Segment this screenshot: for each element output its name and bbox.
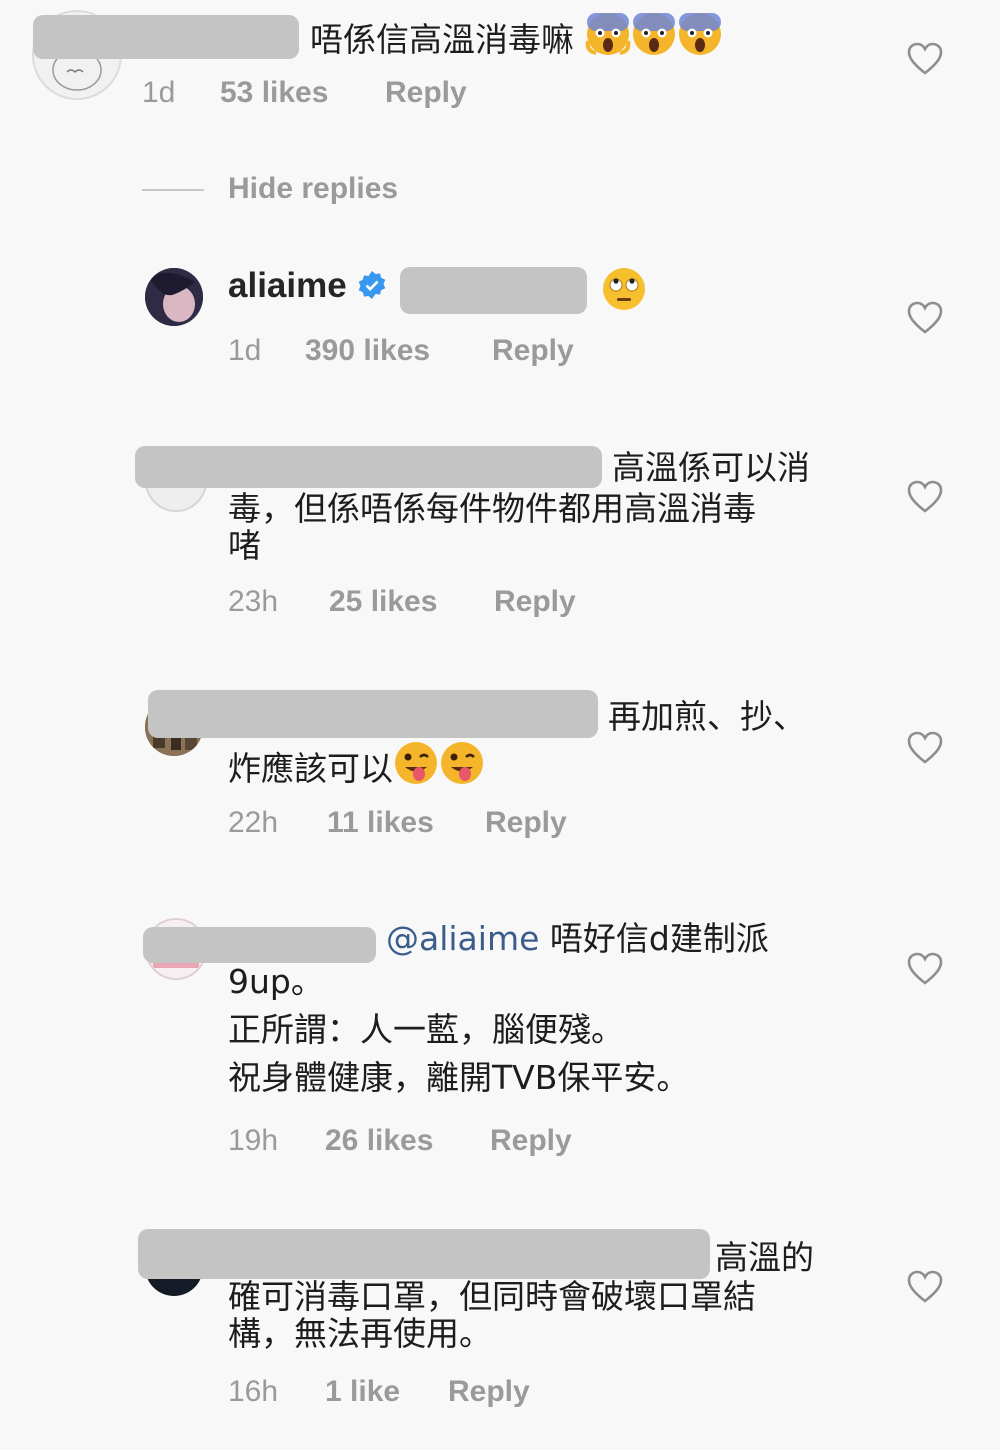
comments-thread: 唔係信高溫消毒嘛 1d 53 likes Reply Hide replies — [0, 0, 1000, 1450]
redacted-username — [135, 446, 602, 488]
likes-count[interactable]: 26 likes — [325, 1124, 433, 1158]
comment-text-line: 高溫的 — [715, 1238, 814, 1277]
heart-icon[interactable] — [907, 42, 943, 76]
likes-count[interactable]: 390 likes — [305, 334, 430, 368]
comment-text-line: 再加煎、抄、 — [608, 697, 806, 736]
comment-text-line: 毒，但係唔係每件物件都用高溫消毒 — [228, 489, 756, 528]
heart-icon[interactable] — [907, 1270, 943, 1304]
mention-link[interactable]: @aliaime — [386, 919, 539, 958]
rolling-eyes-emoji — [601, 266, 647, 317]
comment-text-line: 高溫係可以消 — [612, 448, 810, 487]
comment-text: 唔係信高溫消毒嘛 — [310, 11, 723, 66]
scream-emoji — [585, 11, 631, 66]
heart-icon[interactable] — [907, 731, 943, 765]
scream-emoji — [677, 11, 723, 66]
heart-icon[interactable] — [907, 301, 943, 335]
comment-text-line: 正所謂：人一藍，腦便殘。 — [228, 1010, 624, 1049]
comment-time: 19h — [228, 1124, 279, 1157]
tongue-wink-emoji — [393, 740, 439, 795]
redacted-mention — [400, 267, 587, 314]
scream-emoji — [631, 11, 677, 66]
comment-time: 16h — [228, 1375, 279, 1408]
redacted-username — [138, 1229, 710, 1279]
reply-button[interactable]: Reply — [490, 1124, 572, 1158]
reply-button[interactable]: Reply — [448, 1375, 530, 1409]
comment-time: 1d — [228, 334, 262, 367]
comment-text-line: 炸應該可以 — [228, 740, 485, 795]
redacted-username — [148, 690, 598, 738]
heart-icon[interactable] — [907, 952, 943, 986]
hide-replies-button[interactable]: Hide replies — [228, 172, 398, 206]
hide-replies-divider — [142, 189, 204, 191]
avatar-photo-icon — [145, 268, 203, 326]
comment-time: 23h — [228, 585, 279, 618]
redacted-username — [33, 15, 299, 59]
tongue-wink-emoji — [439, 740, 485, 795]
comment-time: 1d — [142, 76, 176, 109]
reply-button[interactable]: Reply — [385, 76, 467, 110]
likes-count[interactable]: 53 likes — [220, 76, 328, 110]
likes-count[interactable]: 11 likes — [327, 806, 434, 840]
reply-button[interactable]: Reply — [492, 334, 574, 368]
likes-count[interactable]: 1 like — [325, 1375, 400, 1409]
likes-count[interactable]: 25 likes — [329, 585, 437, 619]
comment-time: 22h — [228, 806, 279, 839]
comment-text-line: 確可消毒口罩，但同時會破壞口罩結 — [228, 1277, 756, 1316]
comment-text-line: @aliaime 唔好信d建制派 — [386, 919, 769, 958]
comment-text-line: 祝身體健康，離開TVB保平安。 — [228, 1058, 690, 1097]
comment-header: aliaime — [228, 266, 387, 306]
reply-button[interactable]: Reply — [485, 806, 567, 840]
comment-text-line: 構，無法再使用。 — [228, 1314, 492, 1353]
comment-username[interactable]: aliaime — [228, 266, 347, 305]
comment-text-line: 9up。 — [228, 962, 324, 1001]
heart-icon[interactable] — [907, 480, 943, 514]
verified-badge-icon — [358, 271, 386, 299]
reply-button[interactable]: Reply — [494, 585, 576, 619]
comment-text-line: 啫 — [228, 526, 261, 565]
redacted-username — [143, 927, 376, 963]
avatar[interactable] — [145, 268, 203, 326]
